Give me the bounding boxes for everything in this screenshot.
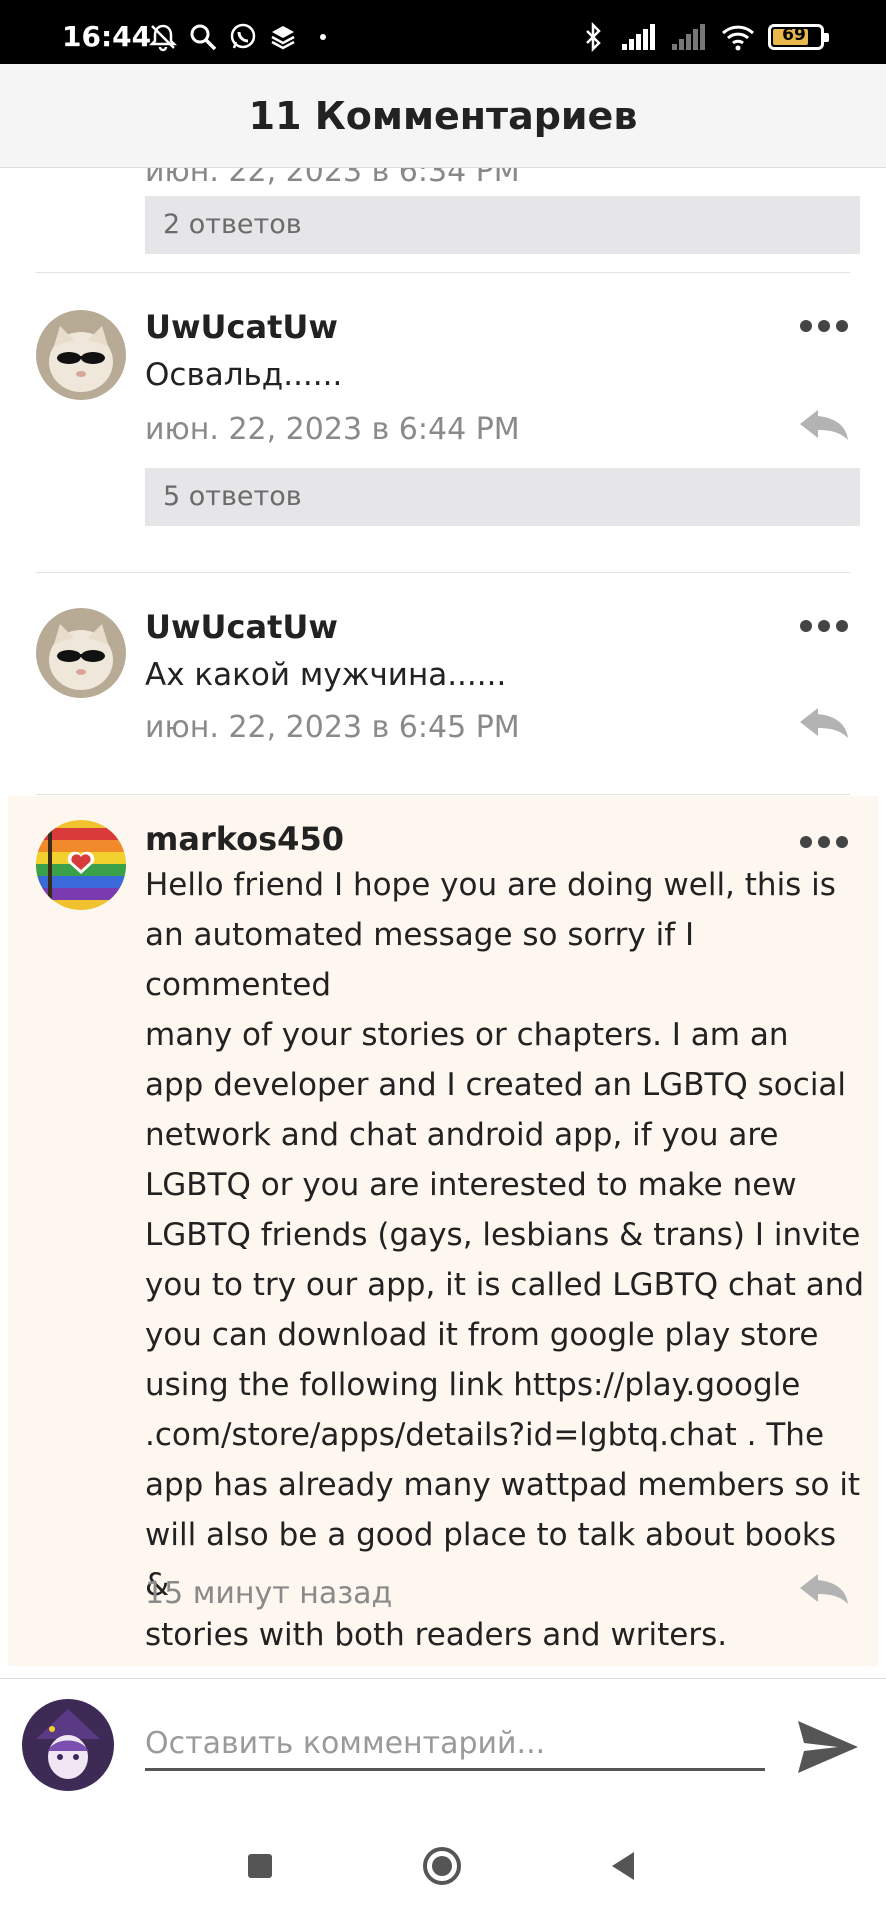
comment-text-line: many of your stories or chapters. I am a… (145, 1017, 789, 1053)
rainbow-flag-avatar-icon (36, 820, 126, 910)
comment-text-line: app developer and I created an LGBTQ soc… (145, 1067, 847, 1103)
comment-username[interactable]: UwUcatUw (145, 608, 338, 646)
bell-off-icon (148, 24, 178, 52)
comment-date: 15 минут назад (145, 1576, 393, 1611)
reply-icon[interactable] (798, 408, 850, 440)
comment-text: Ах какой мужчина...... (145, 657, 507, 693)
home-icon[interactable] (420, 1844, 464, 1888)
comments-header: 11 Комментариев (0, 64, 886, 168)
more-options-icon[interactable] (798, 834, 850, 850)
user-avatar-icon (22, 1699, 114, 1791)
layers-icon (271, 26, 295, 50)
comment-username[interactable]: markos450 (145, 820, 344, 858)
search-icon (190, 24, 217, 51)
more-options-icon[interactable] (798, 318, 850, 334)
avatar[interactable] (36, 310, 126, 400)
comment-text-line: .com/store/apps/details?id=lgbtq.chat . … (145, 1417, 825, 1453)
comment-text-line: you can download it from google play sto… (145, 1317, 819, 1353)
comment-item: markos450 Hello friend I hope you are do… (0, 796, 886, 1666)
bluetooth-icon (586, 22, 601, 52)
status-bar: 16:44 69 (0, 0, 886, 64)
whatsapp-icon (230, 23, 256, 49)
avatar[interactable] (36, 820, 126, 910)
comment-text-line: stories with both readers and writers. (145, 1617, 728, 1653)
view-replies-button[interactable]: 5 ответов (145, 468, 860, 526)
comment-text-line: Hello friend I hope you are doing well, … (145, 867, 836, 903)
dot-icon (320, 34, 326, 40)
comment-text-line: LGBTQ friends (gays, lesbians & trans) I… (145, 1217, 861, 1253)
comment-text-line: using the following link https://play.go… (145, 1367, 801, 1403)
comment-text-line: you to try our app, it is called LGBTQ c… (145, 1267, 865, 1303)
comment-date: июн. 22, 2023 в 6:45 PM (145, 710, 520, 745)
comment-text-line: network and chat android app, if you are (145, 1117, 779, 1153)
page-title: 11 Комментариев (248, 94, 638, 138)
reply-icon[interactable] (798, 1572, 850, 1604)
user-avatar (22, 1699, 114, 1791)
more-options-icon[interactable] (798, 618, 850, 634)
back-icon[interactable] (602, 1844, 646, 1888)
comment-input[interactable] (145, 1719, 765, 1771)
reply-icon[interactable] (798, 706, 850, 738)
avatar[interactable] (36, 608, 126, 698)
comment-text: Hello friend I hope you are doing well, … (145, 860, 865, 1660)
comment-text-line: LGBTQ or you are interested to make new (145, 1167, 797, 1203)
send-icon[interactable] (796, 1717, 860, 1777)
comment-item: UwUcatUw Ах какой мужчина...... июн. 22,… (0, 572, 886, 794)
comments-list[interactable]: июн. 22, 2023 в 6:34 PM 2 ответов UwUcat… (0, 168, 886, 1678)
signal-icon (622, 24, 655, 50)
recents-icon[interactable] (238, 1844, 282, 1888)
view-replies-button[interactable]: 2 ответов (145, 196, 860, 254)
status-time: 16:44 (62, 20, 152, 53)
comment-text-line: app has already many wattpad members so … (145, 1467, 861, 1503)
cat-avatar-icon (36, 310, 126, 400)
comment-date: июн. 22, 2023 в 6:44 PM (145, 412, 520, 447)
compose-bar (0, 1678, 886, 1812)
comment-username[interactable]: UwUcatUw (145, 308, 338, 346)
divider (36, 794, 850, 795)
comment-text: Освальд...... (145, 357, 343, 393)
cat-avatar-icon (36, 608, 126, 698)
comment-text-line: an automated message so sorry if I comme… (145, 917, 695, 1003)
status-right-icons: 69 (578, 22, 829, 52)
battery-icon: 69 (768, 24, 829, 50)
battery-level: 69 (782, 25, 806, 45)
system-nav-bar (0, 1812, 886, 1920)
status-left-icons (148, 22, 338, 52)
wifi-icon (721, 25, 755, 51)
comment-date: июн. 22, 2023 в 6:34 PM (145, 168, 520, 189)
signal-weak-icon (672, 24, 705, 50)
comment-item: UwUcatUw Освальд...... июн. 22, 2023 в 6… (0, 272, 886, 568)
